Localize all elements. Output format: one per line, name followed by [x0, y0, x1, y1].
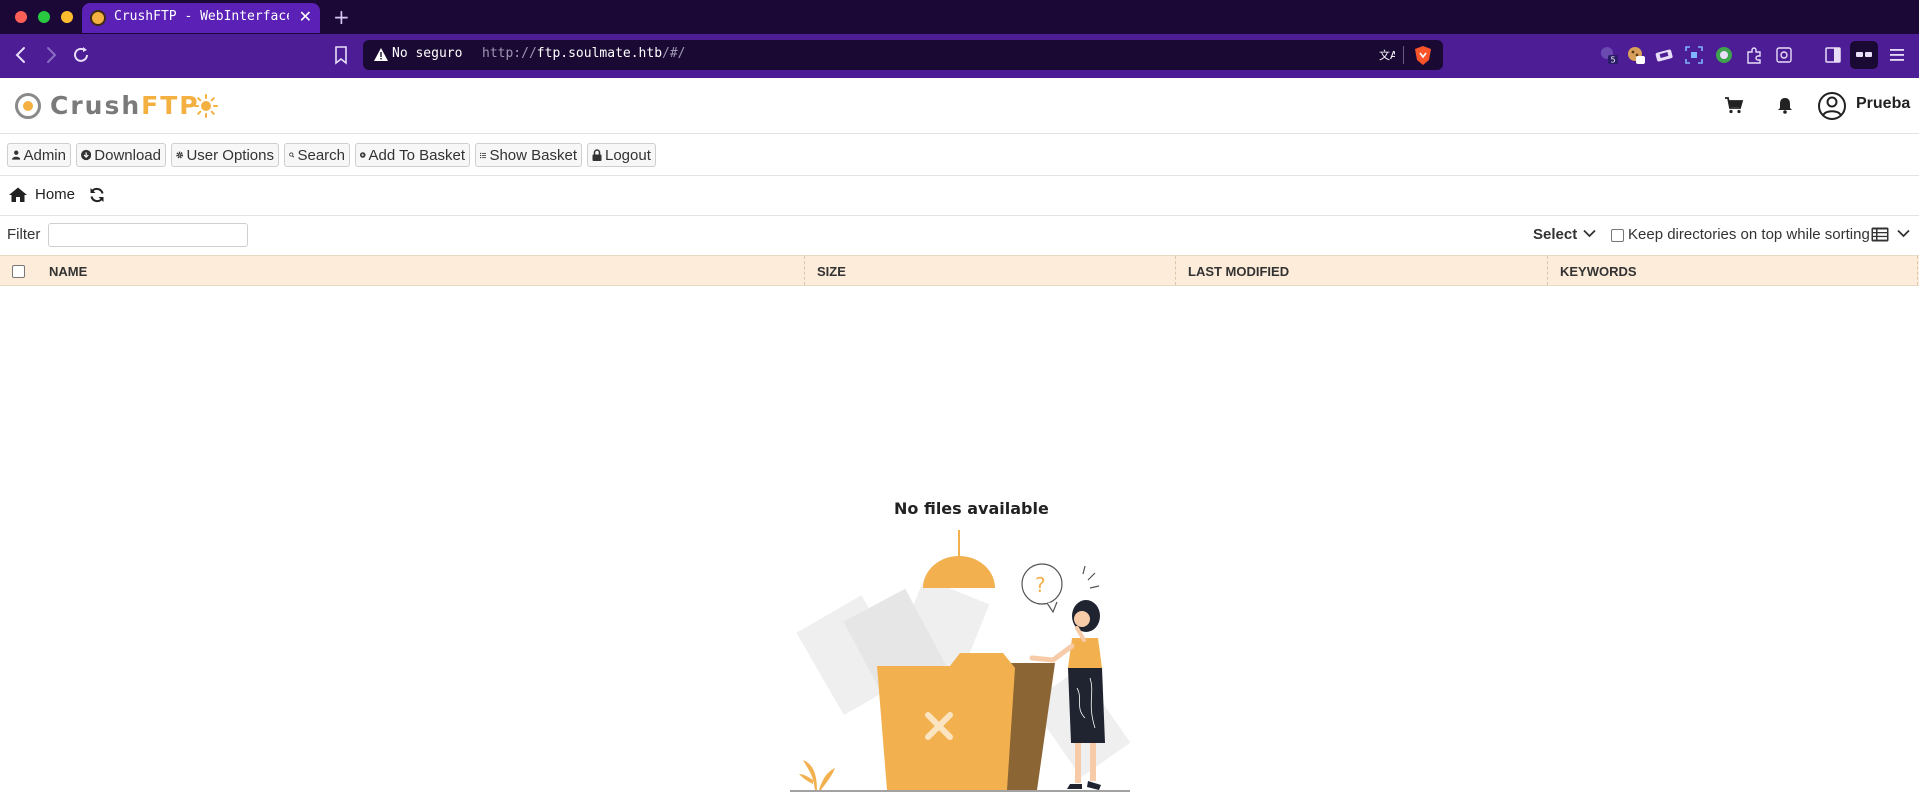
column-header-last-modified[interactable]: LAST MODIFIED: [1188, 264, 1289, 279]
breadcrumb-home[interactable]: Home: [35, 186, 75, 203]
reload-icon[interactable]: [70, 44, 92, 66]
filter-row: Filter Select Keep directories on top wh…: [0, 216, 1919, 254]
admin-button[interactable]: Admin: [7, 143, 71, 167]
browser-tab-bar: CrushFTP - WebInterface ✕ +: [0, 0, 1919, 34]
browser-tab-active[interactable]: CrushFTP - WebInterface ✕: [82, 3, 320, 33]
add-to-basket-button-label: Add To Basket: [368, 146, 465, 164]
tab-title: CrushFTP - WebInterface: [114, 9, 289, 24]
window-close-button[interactable]: [15, 11, 27, 23]
list-icon: [480, 152, 487, 158]
user-icon: [12, 150, 21, 160]
address-bar[interactable]: No seguro http://ftp.soulmate.htb/#/ 文A: [363, 40, 1443, 70]
keep-directories-label[interactable]: Keep directories on top while sorting: [1628, 226, 1870, 243]
logout-button[interactable]: Logout: [587, 143, 656, 167]
username-label[interactable]: Prueba: [1856, 95, 1910, 113]
view-chevron-down-icon[interactable]: [1897, 229, 1910, 238]
sidebar-toggle-icon[interactable]: [1824, 46, 1842, 64]
new-tab-button[interactable]: +: [333, 5, 350, 29]
theme-toggle-sun-icon[interactable]: [194, 94, 218, 118]
brave-shields-icon[interactable]: [1414, 46, 1432, 65]
reader-extension-icon[interactable]: [1775, 46, 1793, 64]
extension-badge-icon[interactable]: 5: [1600, 46, 1618, 64]
plus-circle-icon: [360, 152, 366, 158]
ticket-extension-icon[interactable]: [1655, 46, 1673, 64]
empty-state-message: No files available: [894, 499, 1049, 518]
admin-button-label: Admin: [23, 146, 66, 164]
url-text[interactable]: http://ftp.soulmate.htb/#/: [482, 46, 686, 61]
download-button-label: Download: [94, 146, 161, 164]
refresh-icon[interactable]: [89, 187, 105, 203]
menu-icon[interactable]: [1888, 46, 1906, 64]
select-all-checkbox[interactable]: [12, 265, 25, 278]
show-basket-button-label: Show Basket: [489, 146, 577, 164]
forward-icon[interactable]: [40, 44, 62, 66]
lock-icon: [592, 149, 602, 161]
glasses-icon: [1856, 52, 1872, 57]
home-icon[interactable]: [9, 187, 27, 202]
translate-icon[interactable]: 文A: [1379, 47, 1395, 63]
svg-text:?: ?: [1035, 573, 1046, 597]
column-header-size[interactable]: SIZE: [817, 264, 846, 279]
show-basket-button[interactable]: Show Basket: [475, 143, 582, 167]
omnibox-divider: [1403, 46, 1404, 64]
private-window-button[interactable]: [1850, 41, 1878, 69]
column-header-keywords[interactable]: KEYWORDS: [1560, 264, 1637, 279]
cart-icon[interactable]: [1724, 96, 1744, 114]
screenshot-extension-icon[interactable]: [1685, 46, 1703, 64]
column-divider[interactable]: [1547, 256, 1548, 285]
back-icon[interactable]: [10, 44, 32, 66]
column-divider[interactable]: [1175, 256, 1176, 285]
column-divider[interactable]: [1917, 256, 1918, 285]
empty-folder-illustration: ?: [790, 530, 1131, 792]
app-logo: CrushFTP: [50, 91, 200, 120]
search-icon: [289, 152, 295, 158]
svg-text:5: 5: [1611, 56, 1616, 65]
column-divider[interactable]: [804, 256, 805, 285]
sync-extension-icon[interactable]: [1715, 46, 1733, 64]
filter-input[interactable]: [48, 223, 248, 247]
download-button[interactable]: Download: [76, 143, 166, 167]
gear-icon: [176, 151, 184, 159]
tab-close-icon[interactable]: ✕: [299, 7, 312, 26]
warning-icon[interactable]: [374, 48, 388, 61]
user-options-button-label: User Options: [186, 146, 274, 164]
security-status-label[interactable]: No seguro: [392, 46, 462, 61]
file-table-header: NAME SIZE LAST MODIFIED KEYWORDS: [0, 255, 1919, 286]
column-header-name[interactable]: NAME: [49, 264, 87, 279]
cookie-extension-icon[interactable]: [1627, 46, 1645, 64]
window-minimize-button[interactable]: [61, 11, 73, 23]
download-icon: [81, 149, 92, 161]
select-dropdown[interactable]: Select: [1533, 226, 1577, 243]
action-bar: Admin Download User Options Search Add T…: [0, 134, 1919, 176]
logout-button-label: Logout: [605, 146, 651, 164]
search-button[interactable]: Search: [284, 143, 350, 167]
crushftp-logo-icon: [15, 93, 41, 119]
app-header: CrushFTP Prueba: [0, 78, 1919, 134]
chevron-down-icon[interactable]: [1583, 229, 1596, 238]
user-avatar-icon[interactable]: [1817, 91, 1847, 121]
bookmark-icon[interactable]: [330, 44, 352, 66]
window-maximize-button[interactable]: [38, 11, 50, 23]
puzzle-extensions-icon[interactable]: [1745, 46, 1763, 64]
breadcrumb: Home: [0, 176, 1919, 216]
add-to-basket-button[interactable]: Add To Basket: [355, 143, 470, 167]
user-options-button[interactable]: User Options: [171, 143, 279, 167]
keep-directories-checkbox[interactable]: [1611, 229, 1624, 242]
table-view-icon[interactable]: [1871, 227, 1889, 242]
browser-toolbar: No seguro http://ftp.soulmate.htb/#/ 文A …: [0, 34, 1919, 78]
svg-text:文A: 文A: [1379, 48, 1395, 62]
filter-label: Filter: [7, 226, 41, 243]
search-button-label: Search: [297, 146, 345, 164]
notifications-bell-icon[interactable]: [1777, 97, 1793, 114]
crushftp-favicon-icon: [90, 10, 106, 26]
